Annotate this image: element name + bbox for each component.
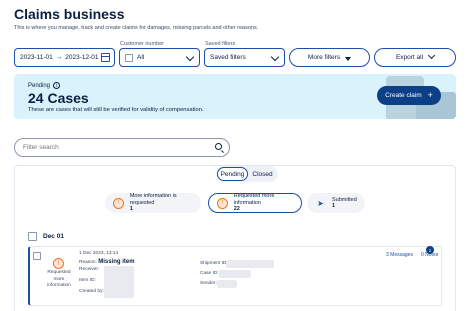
tab-closed[interactable]: Closed xyxy=(248,167,277,181)
page-subtitle: This is where you manage, track and crea… xyxy=(14,25,259,31)
sender-label: Sender: xyxy=(200,281,217,286)
export-all-button[interactable]: Export all xyxy=(374,48,456,67)
stat-label: More information is requested xyxy=(129,193,177,206)
reason-value: Missing item xyxy=(98,259,135,265)
group-select-checkbox[interactable] xyxy=(28,232,37,241)
export-all-label: Export all xyxy=(395,54,424,61)
page-title: Claims business xyxy=(14,6,125,22)
stat-value: 1 xyxy=(332,203,336,209)
case-id-label: Case ID: xyxy=(200,271,219,276)
date-from: 2023-11-01 xyxy=(20,54,53,61)
saved-filters-value: Saved filters xyxy=(210,54,246,61)
create-claim-button[interactable]: Create claim + xyxy=(377,86,441,105)
redacted-value xyxy=(217,280,237,288)
pending-heading: Pending i xyxy=(28,82,61,89)
filter-search-field[interactable] xyxy=(14,138,230,157)
item-id-label: Item ID: xyxy=(79,278,96,283)
more-filters-button[interactable]: More filters xyxy=(289,48,370,67)
info-icon[interactable]: i xyxy=(53,82,61,89)
select-all-checkbox[interactable] xyxy=(125,53,133,62)
tab-pending[interactable]: Pending xyxy=(217,167,248,181)
alert-circle-icon: ! xyxy=(53,258,64,269)
claim-timestamp: 1 Dec 2023, 13:14 xyxy=(79,251,119,256)
receiver-label: Receiver: xyxy=(79,267,100,272)
redacted-value xyxy=(226,260,274,268)
chevron-down-icon xyxy=(428,51,436,60)
filter-icon xyxy=(345,56,352,61)
claim-state: Requested more information xyxy=(47,270,71,288)
customer-number-label: Customer number xyxy=(120,41,165,47)
shipment-id-label: Shipment ID: xyxy=(200,261,228,266)
status-tabs: Pending Closed xyxy=(216,166,278,182)
date-to: 2023-12-01 xyxy=(65,54,99,61)
stat-label: Submitted xyxy=(332,196,357,203)
send-icon: ➤ xyxy=(317,198,324,208)
search-input[interactable] xyxy=(23,144,203,151)
stat-submitted[interactable]: ➤ Submitted 1 xyxy=(307,193,365,213)
saved-filters-label: Saved filters xyxy=(205,41,236,47)
saved-filters-select[interactable]: Saved filters xyxy=(204,48,285,67)
stat-label: Requested more information xyxy=(233,193,275,206)
created-by-label: Created by: xyxy=(79,289,104,294)
reason-label: Reason: xyxy=(79,260,97,265)
more-filters-label: More filters xyxy=(307,54,341,61)
chevron-down-icon xyxy=(185,52,195,62)
notification-badge: 1 xyxy=(426,246,434,254)
customer-number-value: All xyxy=(137,54,145,61)
alert-circle-icon: ! xyxy=(217,197,228,209)
group-date: Dec 01 xyxy=(43,233,64,240)
search-icon[interactable] xyxy=(215,143,222,150)
claim-select-checkbox[interactable] xyxy=(33,252,41,260)
calendar-icon[interactable] xyxy=(101,53,110,62)
create-claim-label: Create claim xyxy=(385,92,422,99)
plus-icon: + xyxy=(427,90,433,100)
stat-requested-more-info[interactable]: ! Requested more information 22 xyxy=(208,193,302,213)
pending-description: These are cases that will still be verif… xyxy=(28,107,204,113)
customer-number-select[interactable]: All xyxy=(119,48,200,67)
chevron-down-icon xyxy=(270,52,280,62)
redacted-value xyxy=(104,266,134,298)
date-arrow: → xyxy=(55,54,63,61)
alert-circle-icon: ! xyxy=(113,197,124,209)
redacted-value xyxy=(219,270,251,278)
messages-link[interactable]: 3 Messages xyxy=(386,252,413,258)
pending-count: 24 Cases xyxy=(28,90,89,106)
pending-label: Pending xyxy=(28,82,51,89)
stat-value: 22 xyxy=(233,206,240,213)
stat-value: 1 xyxy=(129,206,133,213)
stat-more-info-requested[interactable]: ! More information is requested 1 xyxy=(105,193,201,213)
date-range-picker[interactable]: 2023-11-01 → 2023-12-01 xyxy=(14,48,115,67)
